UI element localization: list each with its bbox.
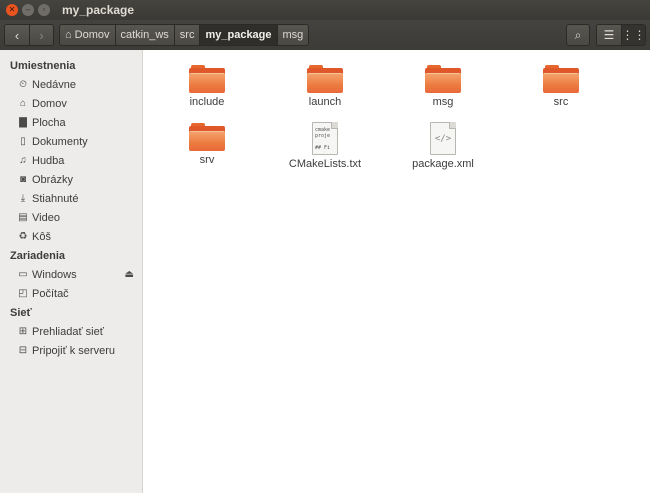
code-glyph: </> <box>434 134 452 144</box>
file-name: CMakeLists.txt <box>288 158 362 170</box>
list-view-button[interactable]: ☰ <box>597 25 621 45</box>
film-icon: ▤ <box>18 212 28 223</box>
sidebar-item-label: Stiahnuté <box>32 192 79 205</box>
file-item-launch[interactable]: launch <box>266 64 384 122</box>
sidebar-item-pictures[interactable]: ◙ Obrázky <box>0 170 142 189</box>
sidebar-item-downloads[interactable]: ⤓ Stiahnuté <box>0 189 142 208</box>
sidebar-item-recent[interactable]: ⏲ Nedávne <box>0 75 142 94</box>
window-title: my_package <box>62 3 135 17</box>
eject-icon[interactable]: ⏏ <box>125 269 134 280</box>
sidebar-item-label: Hudba <box>32 154 65 167</box>
maximize-window-button[interactable]: ▫ <box>38 4 50 16</box>
file-name: srv <box>199 154 215 166</box>
sidebar-item-trash[interactable]: ♻ Kôš <box>0 227 142 246</box>
navigation-buttons: ‹ › <box>4 24 54 46</box>
file-name: msg <box>432 96 454 108</box>
breadcrumb-home-label: Domov <box>74 29 110 41</box>
sidebar-item-label: Dokumenty <box>32 135 88 148</box>
sidebar-item-connect-server[interactable]: ⊟ Pripojiť k serveru <box>0 341 142 360</box>
file-grid: include launch msg src srv cmake proje #… <box>144 50 650 180</box>
minimize-window-button[interactable]: – <box>22 4 34 16</box>
file-name: launch <box>308 96 342 108</box>
forward-button[interactable]: › <box>29 25 53 45</box>
clock-icon: ⏲ <box>19 79 27 90</box>
xml-file-icon: </> <box>430 122 456 155</box>
drive-icon: ▭ <box>18 269 28 280</box>
sidebar-item-label: Počítač <box>32 287 69 300</box>
file-view: include launch msg src srv cmake proje #… <box>144 50 650 493</box>
title-bar: ✕ – ▫ my_package <box>0 0 650 20</box>
network-icon: ⊞ <box>18 326 28 337</box>
document-icon: ▯ <box>20 136 26 147</box>
sidebar-item-label: Pripojiť k serveru <box>32 344 115 357</box>
file-item-msg[interactable]: msg <box>384 64 502 122</box>
sidebar-item-label: Windows <box>32 268 77 281</box>
breadcrumb-my-package[interactable]: my_package <box>200 25 278 45</box>
folder-icon <box>425 65 461 93</box>
file-item-src[interactable]: src <box>502 64 620 122</box>
file-name: src <box>553 96 569 108</box>
list-icon: ☰ <box>603 28 615 42</box>
sidebar-section-places: Umiestnenia <box>10 59 76 72</box>
folder-icon <box>543 65 579 93</box>
file-preview-text: cmake proje ## Fi <box>315 127 331 151</box>
sidebar-item-label: Kôš <box>32 230 51 243</box>
sidebar-item-label: Obrázky <box>32 173 73 186</box>
sidebar: Umiestnenia ⏲ Nedávne ⌂ Domov ▇ Plocha ▯ Dok… <box>0 50 143 493</box>
file-name: include <box>189 96 225 108</box>
view-switcher: ☰ ⋮⋮ <box>596 24 646 46</box>
text-file-icon: cmake proje ## Fi <box>312 122 338 155</box>
sidebar-section-network: Sieť <box>10 306 32 319</box>
music-icon: ♫ <box>19 155 27 166</box>
file-item-include[interactable]: include <box>148 64 266 122</box>
computer-icon: ◰ <box>18 288 28 299</box>
camera-icon: ◙ <box>19 174 27 185</box>
grid-view-button[interactable]: ⋮⋮ <box>621 25 645 45</box>
breadcrumb-home[interactable]: ⌂ Domov <box>60 25 116 45</box>
sidebar-item-computer[interactable]: ◰ Počítač <box>0 284 142 303</box>
file-item-cmakelists[interactable]: cmake proje ## Fi CMakeLists.txt <box>266 122 384 180</box>
breadcrumb-src[interactable]: src <box>174 25 201 45</box>
home-icon: ⌂ <box>65 29 72 41</box>
sidebar-item-documents[interactable]: ▯ Dokumenty <box>0 132 142 151</box>
sidebar-item-label: Prehliadať sieť <box>32 325 104 338</box>
folder-icon <box>307 65 343 93</box>
desktop-folder-icon: ▇ <box>19 117 27 128</box>
sidebar-item-videos[interactable]: ▤ Video <box>0 208 142 227</box>
close-window-button[interactable]: ✕ <box>6 4 18 16</box>
sidebar-item-windows[interactable]: ▭ Windows ⏏ <box>0 265 142 284</box>
grid-icon: ⋮⋮ <box>621 28 646 42</box>
folder-icon <box>189 123 225 151</box>
toolbar: ‹ › ⌂ Domov catkin_ws src my_package msg … <box>0 20 650 50</box>
sidebar-item-label: Nedávne <box>32 78 77 91</box>
home-icon: ⌂ <box>19 98 27 109</box>
sidebar-item-home[interactable]: ⌂ Domov <box>0 94 142 113</box>
sidebar-item-label: Domov <box>32 97 67 110</box>
back-button[interactable]: ‹ <box>5 25 29 45</box>
toolbar-right: ⌕ ☰ ⋮⋮ <box>566 24 646 46</box>
file-name: package.xml <box>412 158 474 170</box>
breadcrumb-msg[interactable]: msg <box>277 25 309 45</box>
trash-icon: ♻ <box>18 231 28 242</box>
sidebar-item-browse-network[interactable]: ⊞ Prehliadať sieť <box>0 322 142 341</box>
download-icon: ⤓ <box>20 193 26 204</box>
sidebar-section-devices: Zariadenia <box>10 249 66 262</box>
search-button[interactable]: ⌕ <box>566 24 590 46</box>
sidebar-item-label: Plocha <box>32 116 66 129</box>
search-icon: ⌕ <box>574 27 582 42</box>
sidebar-item-music[interactable]: ♫ Hudba <box>0 151 142 170</box>
file-item-package-xml[interactable]: </> package.xml <box>384 122 502 180</box>
breadcrumb-catkin-ws[interactable]: catkin_ws <box>115 25 175 45</box>
sidebar-item-desktop[interactable]: ▇ Plocha <box>0 113 142 132</box>
sidebar-item-label: Video <box>32 211 60 224</box>
server-icon: ⊟ <box>18 345 28 356</box>
breadcrumb: ⌂ Domov catkin_ws src my_package msg <box>59 24 310 46</box>
folder-icon <box>189 65 225 93</box>
file-item-srv[interactable]: srv <box>148 122 266 180</box>
